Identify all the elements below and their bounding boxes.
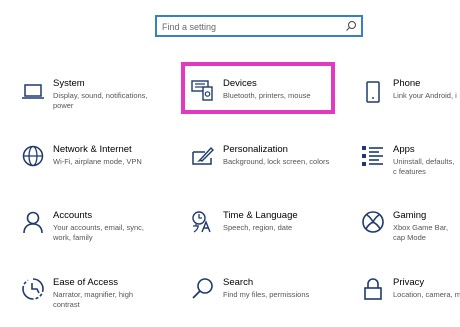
tile-accounts[interactable]: Accounts Your accounts, email, sync, wor…: [21, 210, 161, 254]
person-icon: [21, 210, 45, 234]
globe-icon: [21, 144, 45, 168]
paintbrush-icon: [191, 144, 215, 168]
tile-title: Time & Language: [223, 210, 298, 221]
tile-description: Xbox Game Bar, cap Mode: [393, 223, 449, 242]
tile-description: Wi-Fi, airplane mode, VPN: [53, 157, 142, 166]
devices-highlight-box: [181, 62, 335, 114]
xbox-icon: [361, 210, 385, 234]
tile-description: Your accounts, email, sync, work, family: [53, 223, 145, 242]
tile-personalization[interactable]: Personalization Background, lock screen,…: [191, 144, 341, 188]
settings-home: System Display, sound, notifications, po…: [0, 0, 460, 327]
tile-phone[interactable]: Phone Link your Android, i: [361, 78, 460, 122]
tile-description: Narrator, magnifier, high contrast: [53, 290, 134, 309]
tile-title: Privacy: [393, 277, 425, 288]
tile-gaming[interactable]: Gaming Xbox Game Bar, cap Mode: [361, 210, 460, 254]
tile-title: Phone: [393, 78, 421, 89]
tile-ease-of-access[interactable]: Ease of Access Narrator, magnifier, high…: [21, 277, 161, 321]
tile-title: Network & Internet: [53, 144, 132, 155]
magnifier-icon: [191, 277, 215, 301]
lock-icon: [361, 277, 385, 301]
tile-description: Link your Android, i: [393, 91, 457, 100]
tile-apps[interactable]: Apps Uninstall, defaults, c features: [361, 144, 460, 188]
tile-search[interactable]: Search Find my files, permissions: [191, 277, 331, 321]
tile-title: Ease of Access: [53, 277, 118, 288]
time-language-icon: [191, 210, 215, 234]
tile-privacy[interactable]: Privacy Location, camera, m: [361, 277, 460, 321]
tile-title: Search: [223, 277, 254, 288]
tile-title: Accounts: [53, 210, 93, 221]
tile-system[interactable]: System Display, sound, notifications, po…: [21, 78, 161, 122]
search-icon[interactable]: [345, 20, 357, 32]
tile-title: System: [53, 78, 85, 89]
laptop-icon: [21, 80, 45, 104]
search-input[interactable]: [162, 19, 347, 35]
tile-network[interactable]: Network & Internet Wi-Fi, airplane mode,…: [21, 144, 161, 188]
tile-description: Display, sound, notifications, power: [53, 91, 148, 110]
tile-description: Uninstall, defaults, c features: [393, 157, 455, 176]
tile-description: Speech, region, date: [223, 223, 293, 232]
tile-description: Background, lock screen, colors: [223, 157, 330, 166]
tile-title: Gaming: [393, 210, 427, 221]
tile-title: Apps: [393, 144, 415, 155]
apps-list-icon: [361, 144, 385, 168]
tile-description: Location, camera, m: [393, 290, 460, 299]
phone-icon: [361, 80, 385, 104]
tile-time-language[interactable]: Time & Language Speech, region, date: [191, 210, 331, 254]
search-box[interactable]: [155, 15, 363, 37]
ease-of-access-icon: [21, 277, 45, 301]
tile-description: Find my files, permissions: [223, 290, 310, 299]
tile-title: Personalization: [223, 144, 288, 155]
